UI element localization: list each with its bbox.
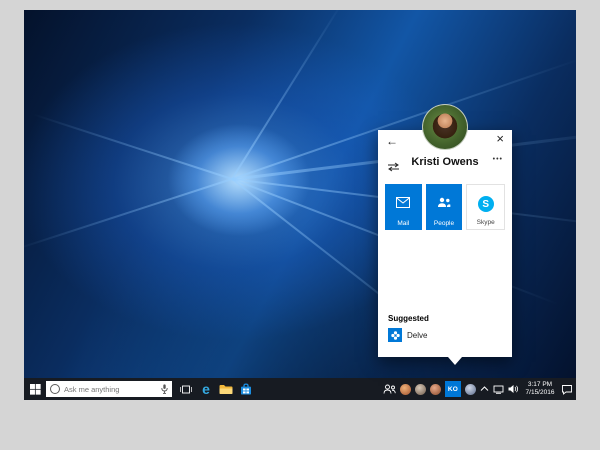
edge-button[interactable]: e [196, 378, 216, 400]
search-input[interactable] [60, 384, 161, 394]
more-options-button[interactable]: ••• [493, 156, 503, 163]
folder-icon [219, 384, 233, 394]
pinned-contact-avatar[interactable] [415, 383, 426, 395]
task-view-icon [180, 385, 192, 393]
pinned-contact-avatar[interactable] [430, 383, 441, 395]
back-button[interactable]: ← [386, 135, 398, 147]
action-center-icon[interactable] [561, 384, 573, 395]
screenshot-frame: e [0, 0, 600, 450]
taskbar: e [24, 378, 576, 400]
pinned-contact-ko-badge[interactable]: KO [445, 381, 461, 397]
delve-icon [388, 328, 402, 342]
pinned-contact-avatar[interactable] [465, 383, 476, 395]
system-tray: KO 3:17 PM 7/15/2016 [383, 378, 576, 400]
cortana-icon [50, 384, 60, 394]
contact-photo-avatar [422, 104, 468, 150]
start-button[interactable] [24, 378, 46, 400]
store-icon [241, 383, 251, 395]
app-tiles: Mail People S Skype [385, 184, 506, 230]
close-button[interactable]: × [496, 132, 504, 145]
mail-app-tile[interactable]: Mail [385, 184, 422, 230]
skype-icon: S [477, 196, 494, 212]
windows-logo-icon [29, 383, 41, 395]
store-button[interactable] [236, 378, 256, 400]
microphone-icon[interactable] [161, 384, 168, 394]
edge-icon: e [202, 381, 210, 397]
people-bar-icon[interactable] [383, 384, 396, 394]
volume-icon[interactable] [508, 384, 519, 394]
taskbar-clock[interactable]: 3:17 PM 7/15/2016 [523, 381, 557, 398]
task-view-button[interactable] [176, 378, 196, 400]
pinned-contact-avatar[interactable] [400, 383, 411, 395]
flyout-pointer-arrow [448, 357, 462, 365]
people-tile-label: People [433, 220, 455, 227]
mail-tile-label: Mail [397, 220, 410, 227]
cortana-search-box[interactable] [46, 381, 172, 397]
network-icon[interactable] [493, 385, 504, 394]
skype-tile-label: Skype [476, 219, 495, 226]
chevron-up-icon[interactable] [480, 386, 489, 392]
mail-icon [396, 195, 411, 213]
swap-arrows-icon [388, 162, 399, 172]
file-explorer-button[interactable] [216, 378, 236, 400]
clock-date: 7/15/2016 [525, 389, 555, 396]
switch-contact-button[interactable] [387, 159, 400, 177]
delve-label: Delve [407, 330, 428, 340]
suggested-item-delve[interactable]: Delve [388, 328, 427, 342]
people-icon [437, 195, 451, 213]
people-app-tile[interactable]: People [425, 184, 463, 230]
skype-app-tile[interactable]: S Skype [466, 184, 506, 230]
people-flyout: ← × Kristi Owens ••• Mail People S Skype… [378, 104, 512, 365]
clock-time: 3:17 PM [527, 380, 553, 388]
suggested-header: Suggested [388, 314, 429, 323]
